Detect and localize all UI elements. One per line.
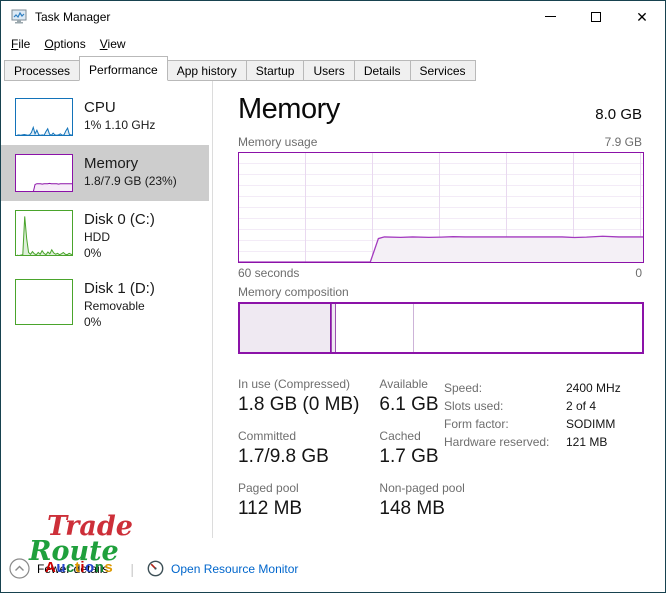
sidebar-item-memory[interactable]: Memory 1.8/7.9 GB (23%) (1, 145, 209, 201)
footer-bar: Fewer details | Open Resource Monitor (9, 558, 298, 579)
open-resource-monitor-label: Open Resource Monitor (171, 561, 299, 576)
maximize-icon (591, 11, 601, 22)
stat-paged-pool: Paged pool 112 MB (238, 481, 359, 520)
usage-chart-label: Memory usage (238, 135, 318, 149)
sidebar-divider (212, 81, 213, 538)
stat-value: 1.8 GB (0 MB) (238, 394, 360, 415)
window-title: Task Manager (35, 9, 111, 24)
memory-hardware-info: Speed: 2400 MHz Slots used: 2 of 4 Form fact… (444, 379, 621, 451)
window-controls: ✕ (527, 1, 665, 32)
cpu-sparkline (15, 98, 73, 136)
sidebar-item-cpu[interactable]: CPU 1% 1.10 GHz (1, 89, 209, 145)
performance-content: CPU 1% 1.10 GHz Memory 1.8/7.9 GB (23%) Disk… (1, 81, 665, 592)
disk1-sparkline (15, 279, 73, 325)
fewer-details-label: Fewer details (37, 561, 109, 576)
memory-composition-bar[interactable] (238, 302, 644, 354)
minimize-button[interactable] (527, 1, 573, 32)
sidebar-item-subtitle: 1% 1.10 GHz (84, 118, 156, 132)
stat-value: 148 MB (379, 498, 445, 519)
sidebar-item-text: Memory 1.8/7.9 GB (23%) (84, 154, 177, 189)
sidebar-item-text: Disk 1 (D:) Removable 0% (84, 279, 155, 330)
info-value-slots-used: 2 of 4 (566, 399, 597, 413)
watermark-trade: Trade (47, 511, 133, 542)
composition-segment-in-use (240, 304, 331, 352)
tab-services[interactable]: Services (409, 60, 476, 81)
close-button[interactable]: ✕ (619, 1, 665, 32)
stat-committed: Committed 1.7/9.8 GB (238, 429, 359, 468)
total-memory-value: 8.0 GB (595, 106, 642, 123)
close-icon: ✕ (636, 8, 648, 25)
tab-strip: Processes Performance App history Startup Us… (1, 55, 665, 81)
tab-processes[interactable]: Processes (4, 60, 81, 81)
info-value-form-factor: SODIMM (566, 417, 616, 431)
menu-view[interactable]: View (93, 34, 133, 54)
composition-segment-standby (336, 304, 415, 352)
axis-label-left: 60 seconds (238, 266, 300, 280)
tab-users[interactable]: Users (303, 60, 355, 81)
fewer-details-button[interactable]: Fewer details (9, 558, 108, 579)
memory-usage-chart[interactable] (238, 152, 644, 263)
sidebar-item-disk0[interactable]: Disk 0 (C:) HDD 0% (1, 201, 209, 270)
axis-label-right: 0 (635, 266, 642, 280)
disk0-sparkline (15, 210, 73, 256)
stat-in-use-compressed: In use (Compressed) 1.8 GB (0 MB) (238, 377, 359, 416)
composition-chart-label: Memory composition (238, 285, 349, 299)
sidebar-item-text: Disk 0 (C:) HDD 0% (84, 210, 155, 261)
sidebar-item-subtitle: 1.8/7.9 GB (23%) (84, 174, 177, 188)
page-title: Memory (238, 93, 340, 125)
sidebar-item-title: Disk 0 (C:) (84, 211, 155, 228)
info-label-speed: Speed: (444, 381, 483, 395)
performance-sidebar: CPU 1% 1.10 GHz Memory 1.8/7.9 GB (23%) Disk… (1, 89, 209, 339)
open-resource-monitor-link[interactable]: Open Resource Monitor (147, 560, 298, 577)
tab-startup[interactable]: Startup (245, 60, 305, 81)
titlebar: Task Manager ✕ (1, 1, 665, 32)
stat-value: 1.7/9.8 GB (238, 446, 329, 467)
memory-stats: In use (Compressed) 1.8 GB (0 MB) Availabl… (238, 377, 465, 520)
tab-app-history[interactable]: App history (166, 60, 247, 81)
sidebar-item-title: CPU (84, 99, 116, 116)
task-manager-window: Task Manager ✕ File Options View Processes… (0, 0, 666, 593)
stat-label: Paged pool (238, 481, 299, 495)
sidebar-item-subtitle: 0% (84, 246, 102, 260)
stat-label: Non-paged pool (379, 481, 465, 495)
composition-segment-free (414, 304, 642, 352)
tab-details[interactable]: Details (353, 60, 411, 81)
info-label-form-factor: Form factor: (444, 417, 509, 431)
resource-monitor-icon (147, 560, 164, 577)
sidebar-item-subtitle: 0% (84, 315, 102, 329)
sidebar-item-title: Disk 1 (D:) (84, 280, 155, 297)
sidebar-item-text: CPU 1% 1.10 GHz (84, 98, 155, 133)
info-label-hardware-reserved: Hardware reserved: (444, 435, 550, 449)
chevron-up-circle-icon (9, 558, 30, 579)
usage-chart-max: 7.9 GB (604, 135, 642, 149)
sidebar-item-disk1[interactable]: Disk 1 (D:) Removable 0% (1, 270, 209, 339)
info-value-speed: 2400 MHz (566, 381, 621, 395)
memory-sparkline (15, 154, 73, 192)
stat-label: In use (Compressed) (238, 377, 351, 391)
stat-value: 112 MB (238, 498, 303, 519)
menu-options[interactable]: Options (37, 34, 92, 54)
stat-label: Committed (238, 429, 297, 443)
maximize-button[interactable] (573, 1, 619, 32)
menubar: File Options View (1, 32, 665, 55)
minimize-icon (544, 16, 556, 17)
stat-non-paged-pool: Non-paged pool 148 MB (379, 481, 464, 520)
footer-separator: | (130, 560, 135, 577)
info-label-slots-used: Slots used: (444, 399, 504, 413)
info-value-hardware-reserved: 121 MB (566, 435, 608, 449)
sidebar-item-subtitle: HDD (84, 230, 110, 244)
tab-performance[interactable]: Performance (79, 56, 168, 81)
task-manager-app-icon (11, 9, 28, 25)
sidebar-item-subtitle: Removable (84, 299, 145, 313)
sidebar-item-title: Memory (84, 155, 139, 172)
menu-file[interactable]: File (4, 34, 37, 54)
